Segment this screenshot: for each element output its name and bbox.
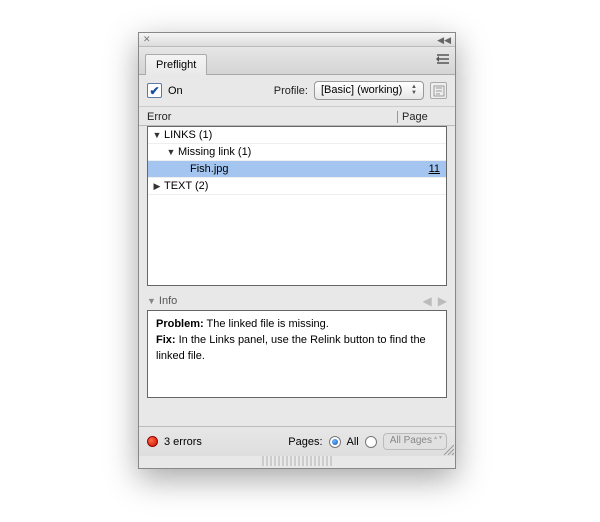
problem-text: The linked file is missing. xyxy=(207,318,329,330)
on-checkbox[interactable]: ✔ xyxy=(147,83,162,98)
preflight-panel: ✕ ◀◀ Preflight ✔ On Profile: [Basic] (wo… xyxy=(138,32,456,469)
embed-profile-icon[interactable] xyxy=(430,82,447,99)
page-range-value: All Pages xyxy=(390,435,432,446)
tree-label: TEXT (2) xyxy=(162,180,446,192)
tree-row-missing-link[interactable]: ▼ Missing link (1) xyxy=(148,144,446,161)
fix-text: In the Links panel, use the Relink butto… xyxy=(156,334,426,362)
tree-row-links[interactable]: ▼ LINKS (1) xyxy=(148,127,446,144)
column-headers: Error Page xyxy=(139,107,455,126)
stepper-arrows-icon: ▲▼ xyxy=(409,84,419,96)
radio-all-label: All xyxy=(347,436,359,448)
controls-row: ✔ On Profile: [Basic] (working) ▲▼ xyxy=(139,75,455,107)
on-label: On xyxy=(168,85,183,97)
disclosure-down-icon[interactable]: ▼ xyxy=(166,147,176,157)
tree-label: LINKS (1) xyxy=(162,129,446,141)
tree-label: Missing link (1) xyxy=(176,146,446,158)
profile-select[interactable]: [Basic] (working) ▲▼ xyxy=(314,81,424,100)
fix-label: Fix: xyxy=(156,334,176,346)
error-status-icon xyxy=(147,436,158,447)
panel-footer: 3 errors Pages: All All Pages ▲▼ xyxy=(139,426,455,456)
info-box: Problem: The linked file is missing. Fix… xyxy=(147,310,447,398)
prev-error-icon[interactable]: ◀ xyxy=(423,294,432,308)
info-title: Info xyxy=(159,295,177,307)
tree-row-text[interactable]: ▶ TEXT (2) xyxy=(148,178,446,195)
profile-label: Profile: xyxy=(274,85,308,97)
disclosure-down-icon[interactable]: ▼ xyxy=(152,130,162,140)
column-error-header[interactable]: Error xyxy=(147,111,397,123)
close-icon[interactable]: ✕ xyxy=(143,35,152,44)
status-text: 3 errors xyxy=(164,436,202,448)
info-nav: ◀ ▶ xyxy=(423,294,447,308)
resize-grip-icon[interactable] xyxy=(442,443,454,455)
tree-row-fish[interactable]: Fish.jpg 11 xyxy=(148,161,446,178)
tab-bar: Preflight xyxy=(139,47,455,75)
problem-label: Problem: xyxy=(156,318,204,330)
panel-top-strip: ✕ ◀◀ xyxy=(139,33,455,47)
next-error-icon[interactable]: ▶ xyxy=(438,294,447,308)
checkmark-icon: ✔ xyxy=(149,85,159,97)
stepper-arrows-icon: ▲▼ xyxy=(433,436,443,441)
radio-range[interactable] xyxy=(365,436,377,448)
column-page-header[interactable]: Page xyxy=(397,111,447,123)
tab-preflight[interactable]: Preflight xyxy=(145,54,207,75)
tree-label: Fish.jpg xyxy=(188,163,400,175)
disclosure-right-icon[interactable]: ▶ xyxy=(152,181,162,192)
radio-all[interactable] xyxy=(329,436,341,448)
page-link[interactable]: 11 xyxy=(400,163,446,175)
info-section: ▼ Info ◀ ▶ Problem: The linked file is m… xyxy=(139,292,455,398)
pages-label: Pages: xyxy=(288,436,322,448)
info-header[interactable]: ▼ Info ◀ ▶ xyxy=(147,292,447,310)
page-range-select[interactable]: All Pages ▲▼ xyxy=(383,433,447,450)
profile-value: [Basic] (working) xyxy=(321,84,402,96)
collapse-icon[interactable]: ◀◀ xyxy=(437,35,451,46)
panel-menu-icon[interactable] xyxy=(435,54,451,66)
error-tree[interactable]: ▼ LINKS (1) ▼ Missing link (1) Fish.jpg … xyxy=(147,126,447,286)
bottom-grip[interactable] xyxy=(139,456,455,468)
disclosure-down-icon[interactable]: ▼ xyxy=(147,296,156,306)
